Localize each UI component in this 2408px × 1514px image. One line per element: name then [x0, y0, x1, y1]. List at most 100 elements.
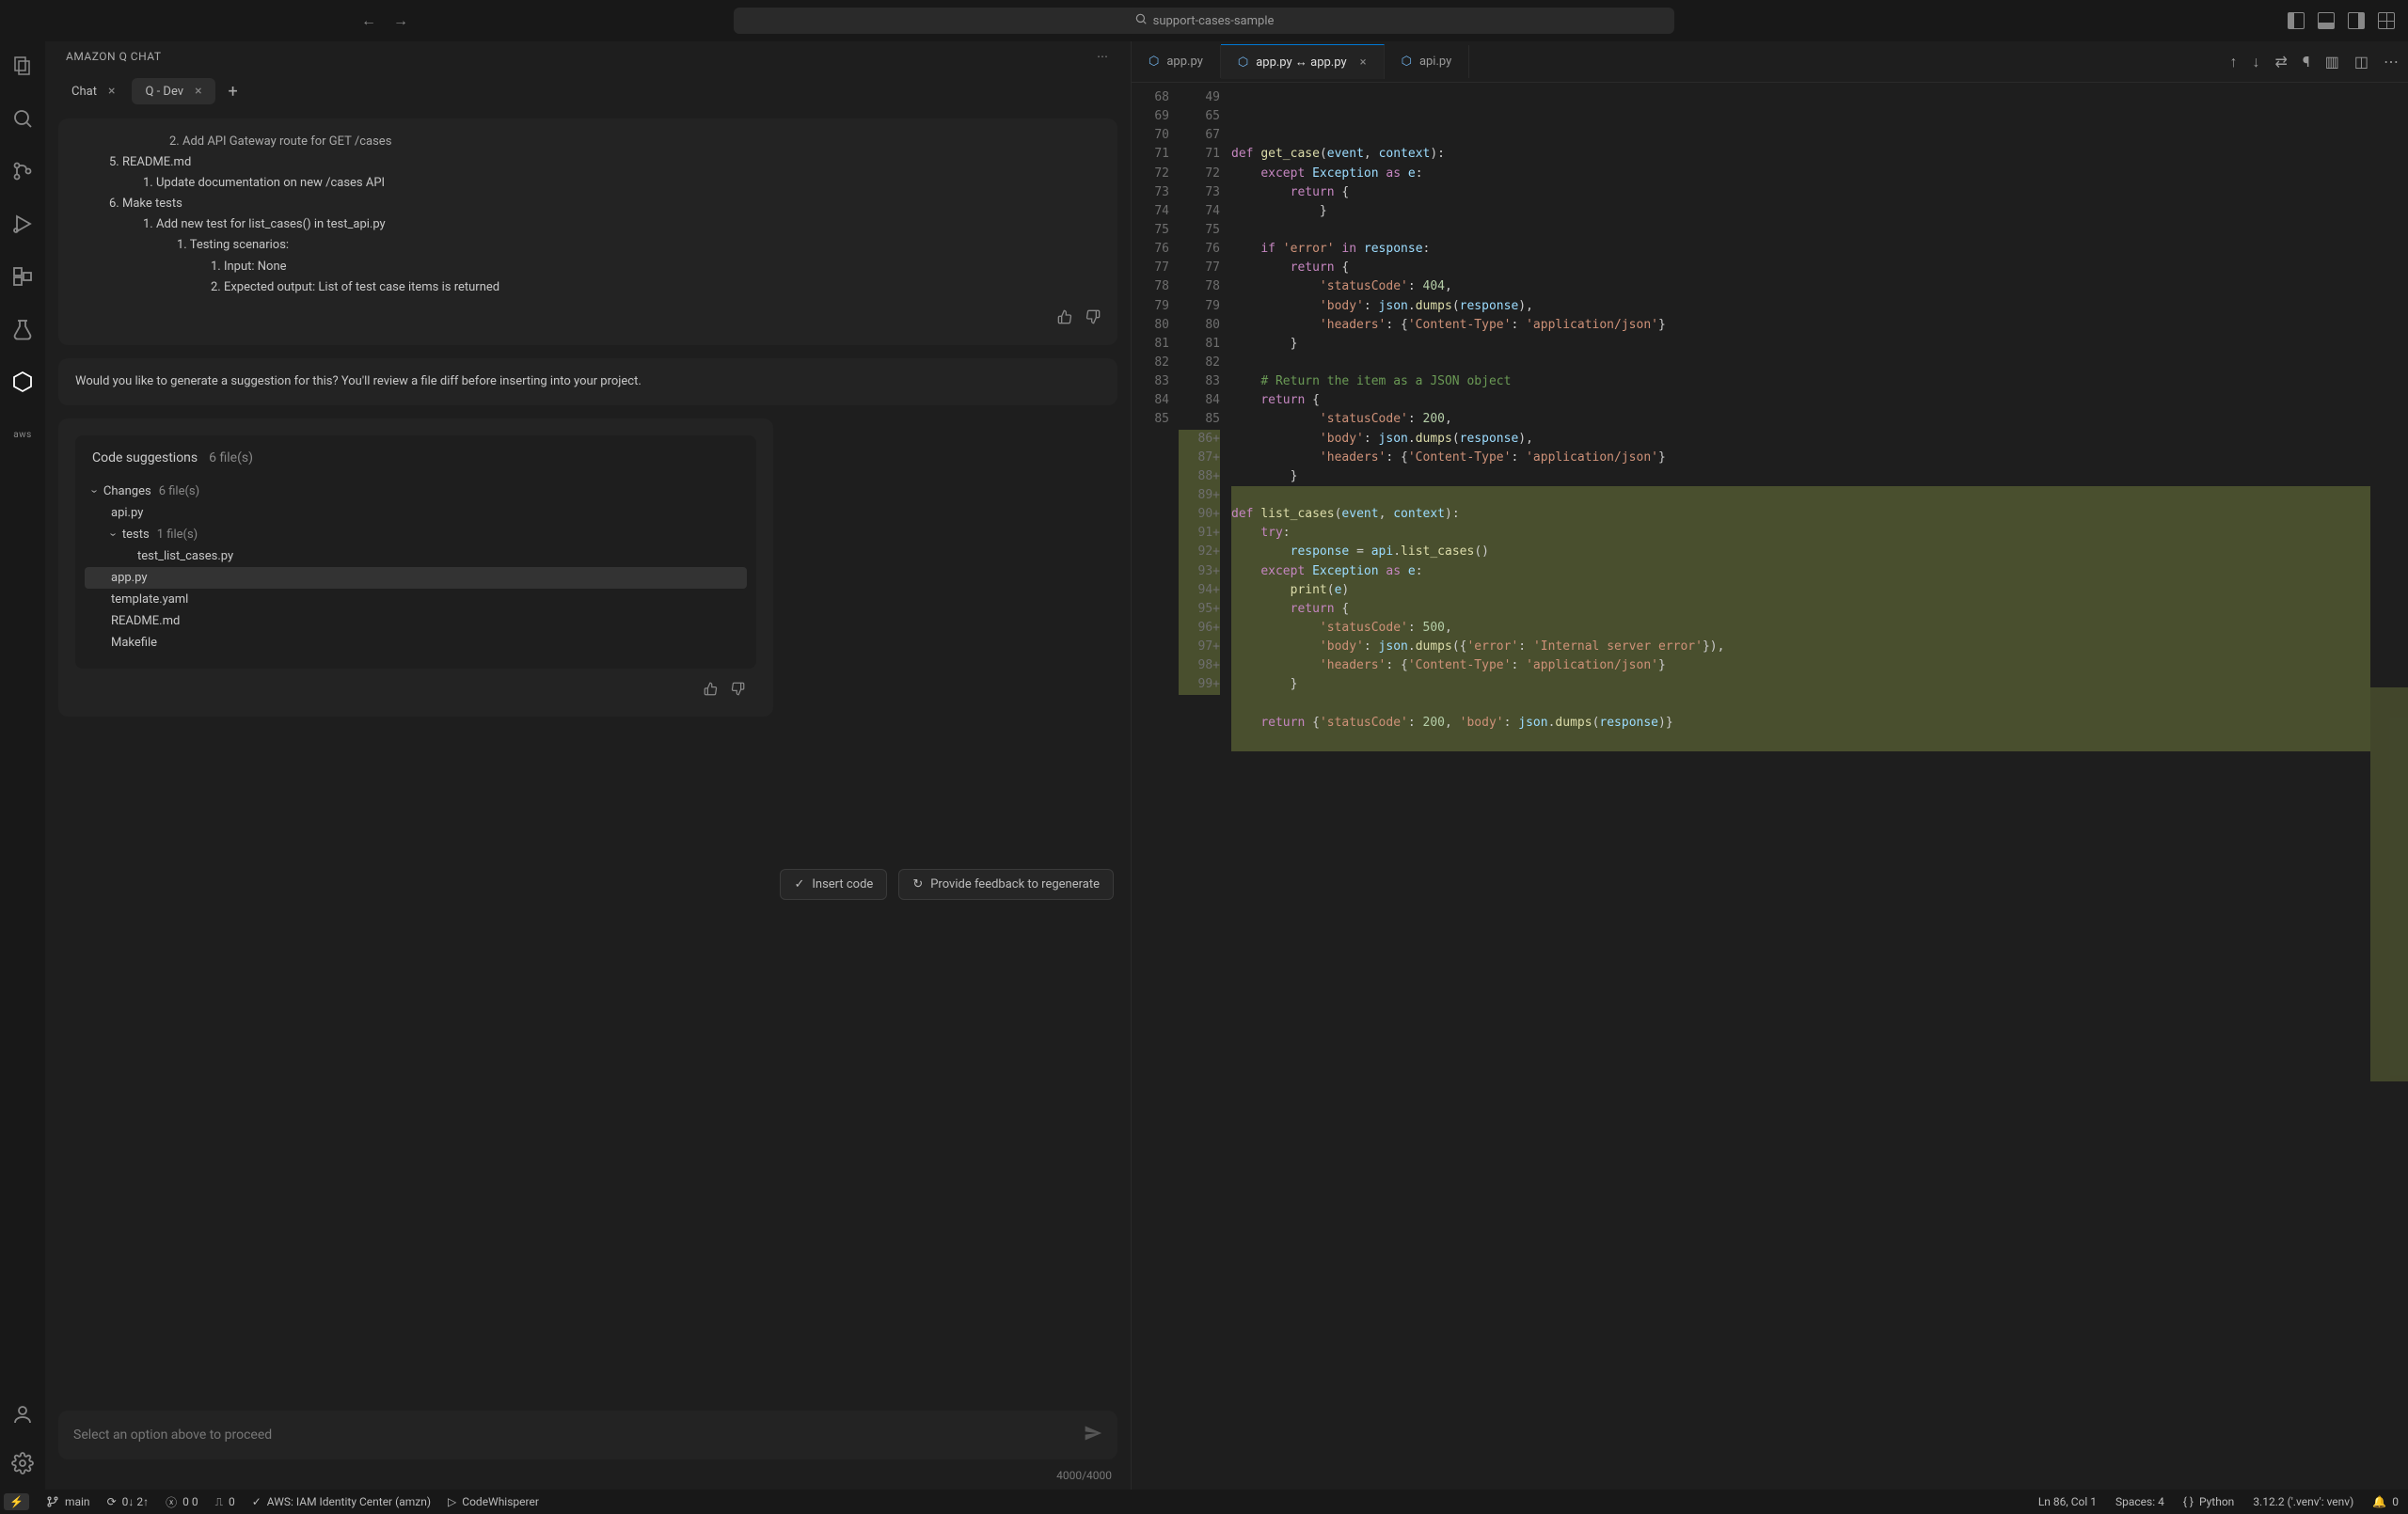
notifications[interactable]: 🔔 0: [2372, 1495, 2399, 1508]
chat-input-placeholder: Select an option above to proceed: [73, 1427, 272, 1443]
plan-card: 2. Add API Gateway route for GET /cases …: [58, 118, 1117, 345]
suggestion-file-api[interactable]: api.py: [85, 502, 747, 524]
plan-line: 1. Testing scenarios:: [177, 238, 289, 252]
refresh-icon: ↻: [912, 877, 923, 891]
diff-inline-icon[interactable]: ▥: [2325, 53, 2339, 71]
amazon-q-icon[interactable]: [9, 369, 36, 395]
split-editor-icon[interactable]: ◫: [2354, 53, 2368, 71]
thumbs-down-icon[interactable]: [731, 682, 745, 700]
chat-input[interactable]: Select an option above to proceed: [58, 1411, 1117, 1459]
customize-layout-icon[interactable]: [2378, 12, 2395, 29]
code-suggestions-card: Code suggestions 6 file(s) › Changes 6 f…: [58, 418, 773, 717]
chat-tab-label: Chat: [71, 85, 97, 99]
chat-tab-qdev[interactable]: Q - Dev ×: [132, 78, 214, 104]
accounts-icon[interactable]: [9, 1401, 36, 1427]
editor-tab-api[interactable]: ⬡ api.py: [1385, 45, 1470, 78]
code-content[interactable]: def get_case(event, context): except Exc…: [1231, 83, 2370, 1490]
ports[interactable]: ⎍0: [215, 1495, 235, 1509]
plan-line: 2. Add API Gateway route for GET /cases: [169, 134, 391, 149]
amazon-q-chat-panel: AMAZON Q CHAT ⋯ Chat × Q - Dev × + 2. Ad…: [45, 41, 1132, 1490]
thumbs-up-icon[interactable]: [704, 682, 718, 700]
close-icon[interactable]: ×: [108, 84, 115, 99]
panel-title: AMAZON Q CHAT: [66, 50, 162, 63]
remote-indicator[interactable]: ⚡: [4, 1493, 29, 1510]
activity-bar: aws: [0, 41, 45, 1490]
add-chat-tab-icon[interactable]: +: [219, 78, 247, 105]
suggestions-title: Code suggestions: [92, 450, 198, 465]
thumbs-down-icon[interactable]: [1085, 309, 1101, 332]
more-actions-icon[interactable]: ⋯: [2384, 53, 2399, 71]
aws-toolkit-icon[interactable]: aws: [9, 421, 36, 448]
testing-icon[interactable]: [9, 316, 36, 342]
git-sync[interactable]: ⟳0↓ 2↑: [107, 1495, 150, 1508]
chevron-down-icon: ›: [87, 489, 101, 493]
changes-folder[interactable]: › Changes 6 file(s): [85, 481, 747, 502]
plan-line: 1. Input: None: [211, 260, 287, 274]
toggle-primary-sidebar-icon[interactable]: [2288, 12, 2305, 29]
toggle-secondary-sidebar-icon[interactable]: [2348, 12, 2365, 29]
settings-gear-icon[interactable]: [9, 1450, 36, 1476]
editor-tab-diff[interactable]: ⬡ app.py ↔ app.py ×: [1221, 44, 1385, 79]
chat-tab-chat[interactable]: Chat ×: [58, 78, 128, 104]
gutter-modified: 49656771727374757677787980818283848586+8…: [1179, 83, 1231, 1490]
plan-line: 2. Expected output: List of test case it…: [211, 280, 499, 294]
suggestion-file-makefile[interactable]: Makefile: [85, 632, 747, 654]
toggle-panel-icon[interactable]: [2318, 12, 2335, 29]
run-debug-icon[interactable]: [9, 211, 36, 237]
python-interpreter[interactable]: 3.12.2 ('.venv': venv): [2253, 1495, 2353, 1508]
check-icon: ✓: [794, 877, 804, 891]
extensions-icon[interactable]: [9, 263, 36, 290]
statusbar: ⚡ main ⟳0↓ 2↑ ⓧ0 0 ⎍0 ✓AWS: IAM Identity…: [0, 1490, 2408, 1514]
chat-tab-label: Q - Dev: [145, 85, 183, 99]
git-branch[interactable]: main: [46, 1495, 90, 1508]
source-control-icon[interactable]: [9, 158, 36, 184]
nav-forward-icon[interactable]: →: [393, 11, 408, 30]
diff-swap-icon[interactable]: ⇄: [2275, 53, 2288, 71]
titlebar: ← → support-cases-sample: [0, 0, 2408, 41]
suggestion-file-template[interactable]: template.yaml: [85, 589, 747, 610]
aws-profile[interactable]: ✓AWS: IAM Identity Center (amzn): [252, 1495, 431, 1508]
insert-code-label: Insert code: [812, 877, 873, 891]
search-icon: [1134, 12, 1148, 29]
plan-line: 1. Update documentation on new /cases AP…: [143, 176, 385, 190]
explorer-icon[interactable]: [9, 53, 36, 79]
editor-group: ⬡ app.py ⬡ app.py ↔ app.py × ⬡ api.py ↑ …: [1132, 41, 2408, 1490]
prompt-text: Would you like to generate a suggestion …: [75, 374, 642, 388]
close-icon[interactable]: ×: [1360, 55, 1367, 70]
diff-next-icon[interactable]: ↓: [2253, 53, 2260, 71]
search-icon[interactable]: [9, 105, 36, 132]
nav-back-icon[interactable]: ←: [361, 11, 376, 30]
plan-line: README.md: [122, 155, 191, 169]
tests-folder[interactable]: › tests 1 file(s): [85, 524, 747, 545]
command-center-text: support-cases-sample: [1153, 14, 1275, 28]
diff-editor[interactable]: 686970717273747576777879808182838485 496…: [1132, 83, 2408, 1490]
gutter-original: 686970717273747576777879808182838485: [1132, 83, 1179, 1490]
close-icon[interactable]: ×: [195, 84, 201, 99]
mouse-cursor-icon: [1316, 965, 1333, 987]
regenerate-button[interactable]: ↻ Provide feedback to regenerate: [898, 869, 1114, 900]
editor-tab-app[interactable]: ⬡ app.py: [1132, 45, 1221, 78]
language-mode[interactable]: { } Python: [2183, 1495, 2234, 1508]
chevron-down-icon: ›: [105, 532, 119, 536]
send-icon[interactable]: [1084, 1424, 1102, 1446]
problems[interactable]: ⓧ0 0: [166, 1494, 198, 1510]
diff-whitespace-icon[interactable]: ¶: [2303, 53, 2310, 71]
plan-line: Make tests: [122, 197, 182, 211]
suggestion-file-test[interactable]: test_list_cases.py: [85, 545, 747, 567]
suggestion-file-readme[interactable]: README.md: [85, 610, 747, 632]
python-file-icon: ⬡: [1149, 55, 1159, 69]
codewhisperer[interactable]: ▷CodeWhisperer: [448, 1495, 539, 1508]
thumbs-up-icon[interactable]: [1057, 309, 1072, 332]
insert-code-button[interactable]: ✓ Insert code: [780, 869, 887, 900]
chat-tab-strip: Chat × Q - Dev × +: [45, 71, 1131, 111]
diff-prev-icon[interactable]: ↑: [2230, 53, 2238, 71]
minimap[interactable]: [2370, 83, 2408, 1490]
command-center[interactable]: support-cases-sample: [734, 8, 1674, 34]
suggestion-file-app[interactable]: app.py: [85, 567, 747, 589]
cursor-position[interactable]: Ln 86, Col 1: [2038, 1495, 2097, 1508]
char-count: 4000/4000: [45, 1465, 1131, 1490]
indentation[interactable]: Spaces: 4: [2115, 1495, 2164, 1508]
panel-more-icon[interactable]: ⋯: [1097, 50, 1110, 63]
editor-tab-label: app.py: [1166, 55, 1202, 69]
python-file-icon: ⬡: [1238, 55, 1248, 70]
